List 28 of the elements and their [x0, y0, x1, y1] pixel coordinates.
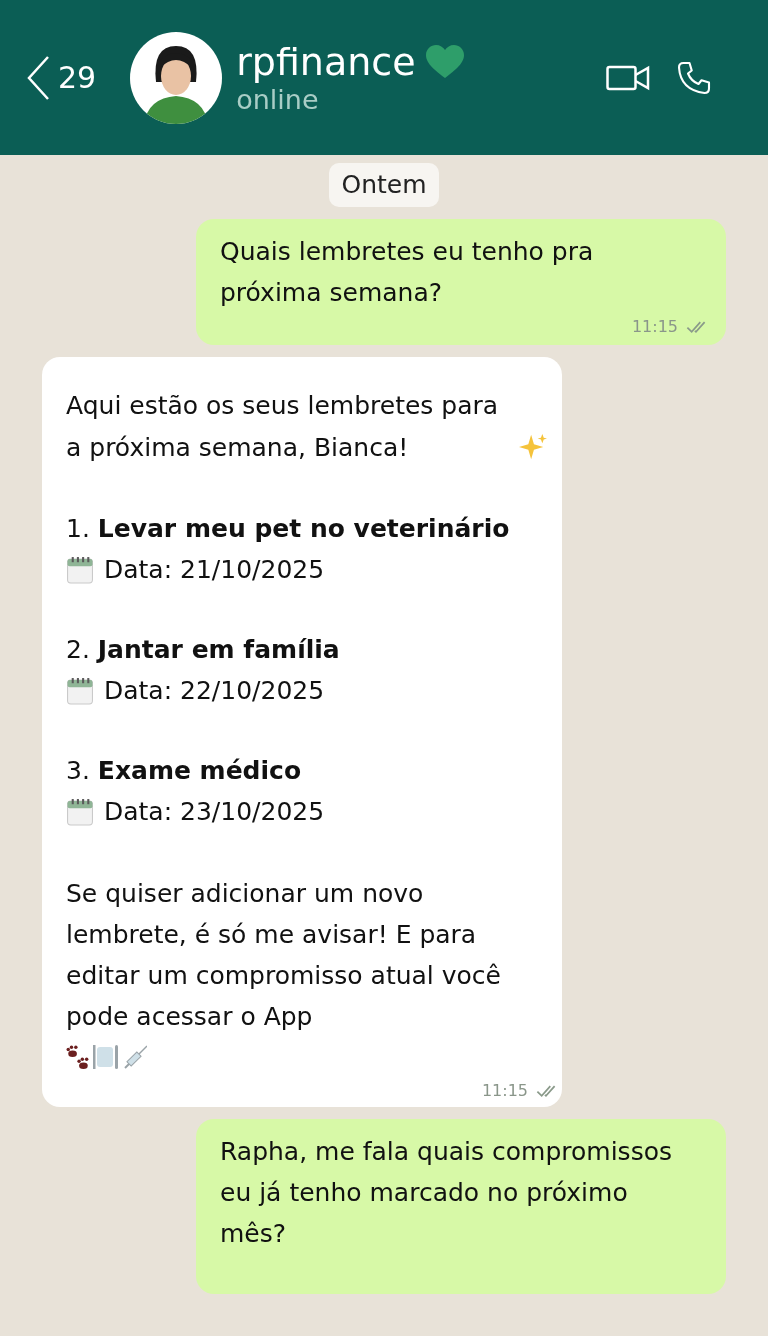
double-check-icon	[536, 1084, 556, 1098]
message-text: Rapha, me fala quais compromissos eu já tenho marcado no próximo mês?	[220, 1136, 673, 1250]
paw-prints-icon	[66, 1044, 90, 1070]
reminder-title: 3. Exame médico	[66, 755, 303, 787]
calendar-icon	[66, 555, 94, 584]
double-check-icon	[686, 320, 706, 334]
contact-name: rpfinance	[236, 39, 416, 84]
reminder-title: 1. Levar meu pet no veterinário	[66, 513, 511, 545]
message-time: 11:15	[481, 1080, 528, 1102]
heart-icon	[425, 44, 464, 79]
plate-cutlery-icon	[92, 1043, 119, 1071]
calendar-icon	[66, 676, 94, 705]
phone-icon[interactable]	[676, 59, 712, 96]
video-call-icon[interactable]	[606, 63, 650, 92]
sparkles-icon	[518, 433, 548, 461]
date-chip: Ontem	[329, 163, 439, 207]
reminder-title: 2. Jantar em família	[66, 634, 341, 666]
back-button[interactable]: 29	[26, 54, 97, 101]
message-text: Quais lembretes eu tenho pra próxima semana?	[220, 236, 595, 309]
message-text: Se quiser adicionar um novo lembrete, é só me avisar! E para editar um compromisso atual você pode acessar o App	[66, 878, 502, 1033]
reminder-date: Data: 22/10/2025	[104, 675, 325, 707]
message-text: Aqui estão os seus lembretes para a próxima semana, Bianca!	[66, 390, 500, 464]
calendar-icon	[66, 797, 94, 826]
chevron-left-icon	[26, 54, 50, 101]
reminder-date: Data: 21/10/2025	[104, 554, 325, 586]
message-time: 11:15	[631, 316, 678, 338]
reminder-date: Data: 23/10/2025	[104, 796, 325, 828]
contact-status: online	[236, 83, 320, 116]
